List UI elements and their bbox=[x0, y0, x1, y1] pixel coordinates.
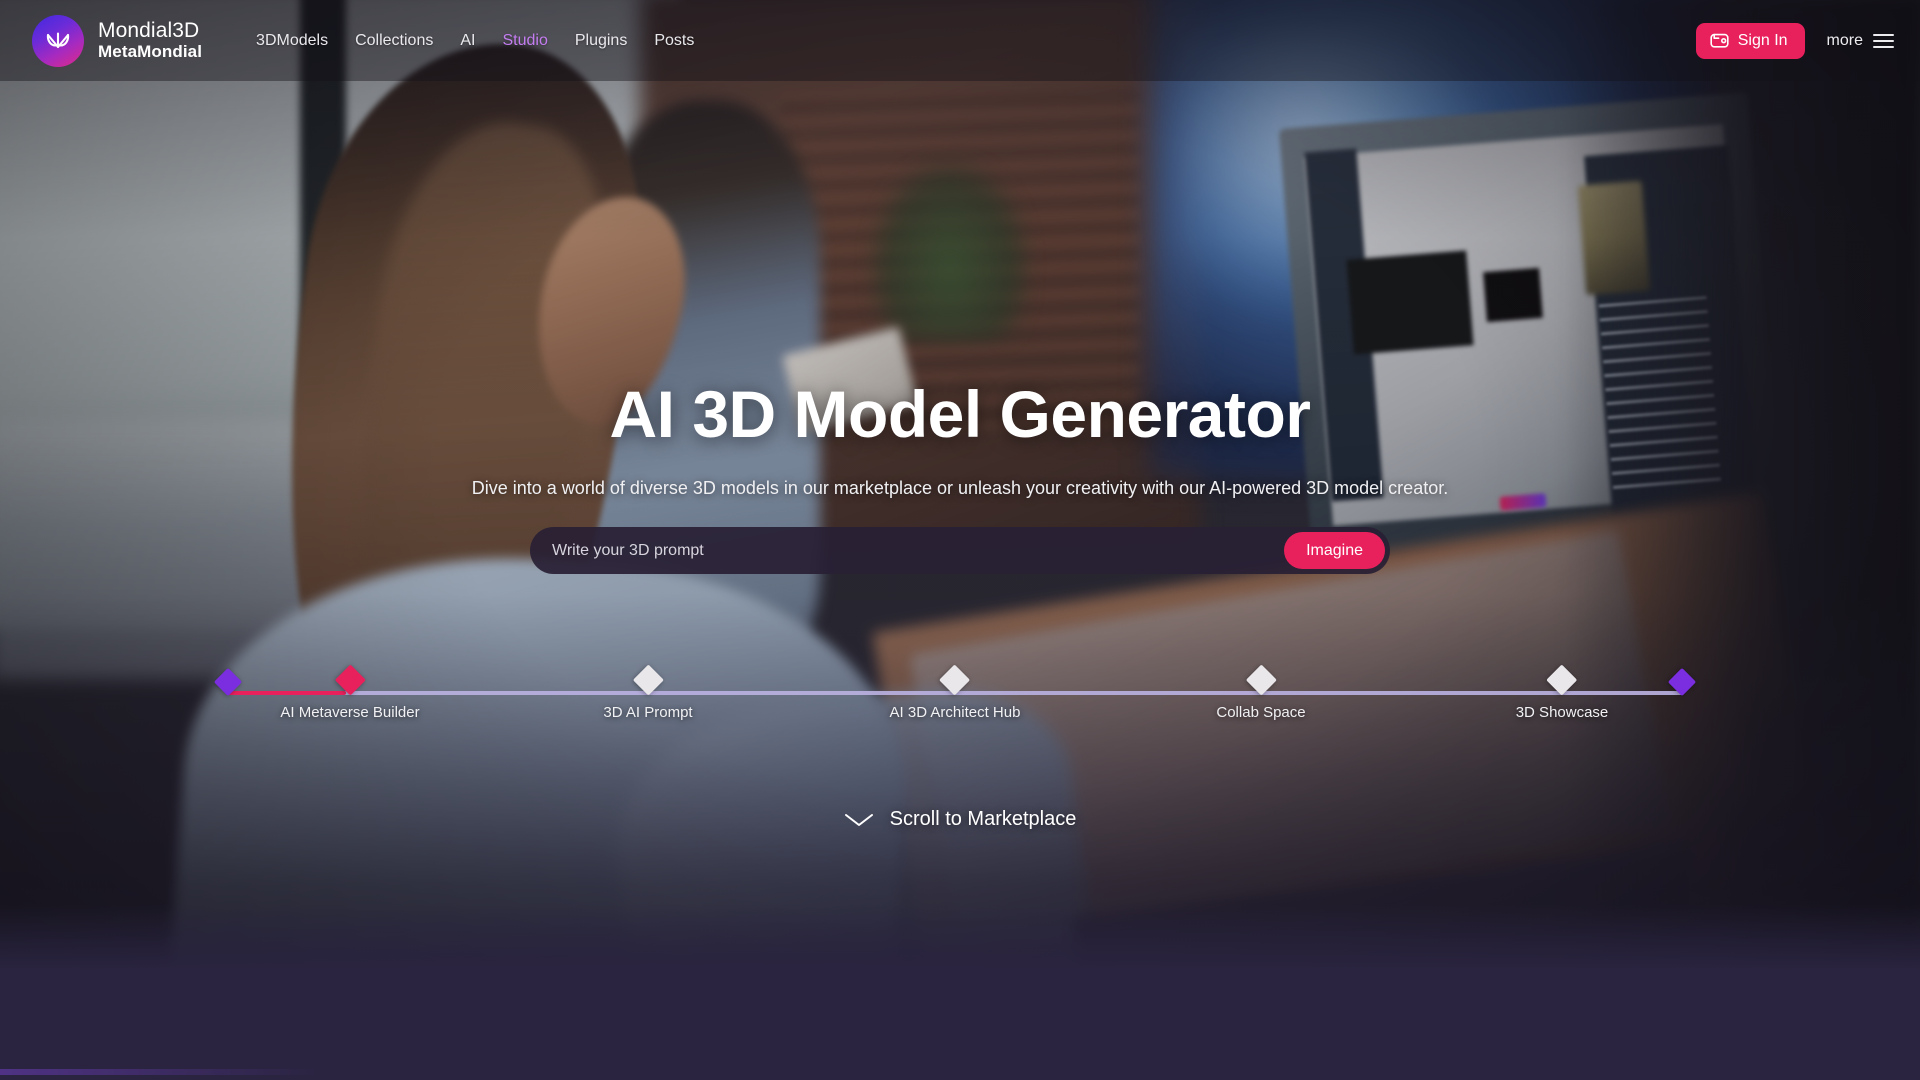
brand-subtitle: MetaMondial bbox=[98, 41, 203, 61]
nav-item-collections[interactable]: Collections bbox=[355, 32, 433, 50]
timeline-step-label: AI Metaverse Builder bbox=[280, 704, 420, 721]
main-navigation: 3DModels Collections AI Studio Plugins P… bbox=[256, 32, 694, 50]
timeline-end-diamond-icon bbox=[1667, 667, 1697, 697]
header-actions: Sign In more bbox=[1695, 22, 1894, 59]
timeline-diamond-icon bbox=[1245, 664, 1277, 696]
timeline-step-ai-3d-architect-hub[interactable]: AI 3D Architect Hub bbox=[889, 664, 1021, 721]
timeline-diamond-icon bbox=[939, 664, 971, 696]
timeline-step-label: 3D Showcase bbox=[1515, 704, 1609, 721]
wallet-icon bbox=[1710, 32, 1729, 49]
timeline-step-3d-showcase[interactable]: 3D Showcase bbox=[1515, 664, 1609, 721]
nav-item-posts[interactable]: Posts bbox=[654, 32, 694, 50]
chevron-down-icon bbox=[844, 812, 874, 828]
sign-in-button[interactable]: Sign In bbox=[1695, 22, 1805, 59]
timeline-diamond-icon bbox=[334, 664, 366, 696]
prompt-bar: Imagine bbox=[530, 527, 1390, 574]
nav-item-ai[interactable]: AI bbox=[460, 32, 475, 50]
timeline-step-label: Collab Space bbox=[1216, 704, 1306, 721]
nav-item-plugins[interactable]: Plugins bbox=[575, 32, 627, 50]
hamburger-menu-icon bbox=[1873, 33, 1894, 48]
mondial-monogram-icon bbox=[32, 14, 84, 67]
timeline-start-marker bbox=[213, 667, 243, 697]
prompt-input[interactable] bbox=[552, 527, 1285, 574]
timeline-step-ai-metaverse-builder[interactable]: AI Metaverse Builder bbox=[280, 664, 420, 721]
timeline-step-3d-ai-prompt[interactable]: 3D AI Prompt bbox=[603, 664, 693, 721]
scroll-to-marketplace-button[interactable]: Scroll to Marketplace bbox=[0, 808, 1920, 831]
page-root: Mondial3D MetaMondial 3DModels Collectio… bbox=[0, 0, 1920, 1080]
timeline-end-marker bbox=[1667, 667, 1697, 697]
site-header: Mondial3D MetaMondial 3DModels Collectio… bbox=[0, 0, 1920, 81]
page-title: AI 3D Model Generator bbox=[609, 377, 1311, 451]
more-menu-button[interactable]: more bbox=[1827, 32, 1894, 50]
scroll-cue-label: Scroll to Marketplace bbox=[889, 808, 1077, 830]
sign-in-label: Sign In bbox=[1737, 31, 1788, 49]
hero-section: AI 3D Model Generator Dive into a world … bbox=[0, 81, 1920, 1080]
timeline-step-collab-space[interactable]: Collab Space bbox=[1216, 664, 1306, 721]
timeline-diamond-icon bbox=[1546, 664, 1578, 696]
imagine-button[interactable]: Imagine bbox=[1284, 532, 1385, 569]
more-label: more bbox=[1826, 31, 1863, 49]
feature-timeline: AI Metaverse Builder 3D AI Prompt AI 3D … bbox=[0, 664, 1920, 749]
timeline-step-label: 3D AI Prompt bbox=[603, 704, 693, 721]
timeline-step-label: AI 3D Architect Hub bbox=[889, 704, 1021, 721]
hero-subtitle: Dive into a world of diverse 3D models i… bbox=[471, 478, 1449, 498]
nav-item-studio[interactable]: Studio bbox=[502, 32, 547, 50]
bottom-accent-strip bbox=[0, 1069, 320, 1075]
timeline-diamond-icon bbox=[632, 664, 664, 696]
brand-logo-link[interactable]: Mondial3D MetaMondial bbox=[32, 14, 203, 67]
brand-title: Mondial3D bbox=[98, 18, 200, 42]
nav-item-3dmodels[interactable]: 3DModels bbox=[256, 32, 328, 50]
timeline-start-diamond-icon bbox=[213, 667, 243, 697]
